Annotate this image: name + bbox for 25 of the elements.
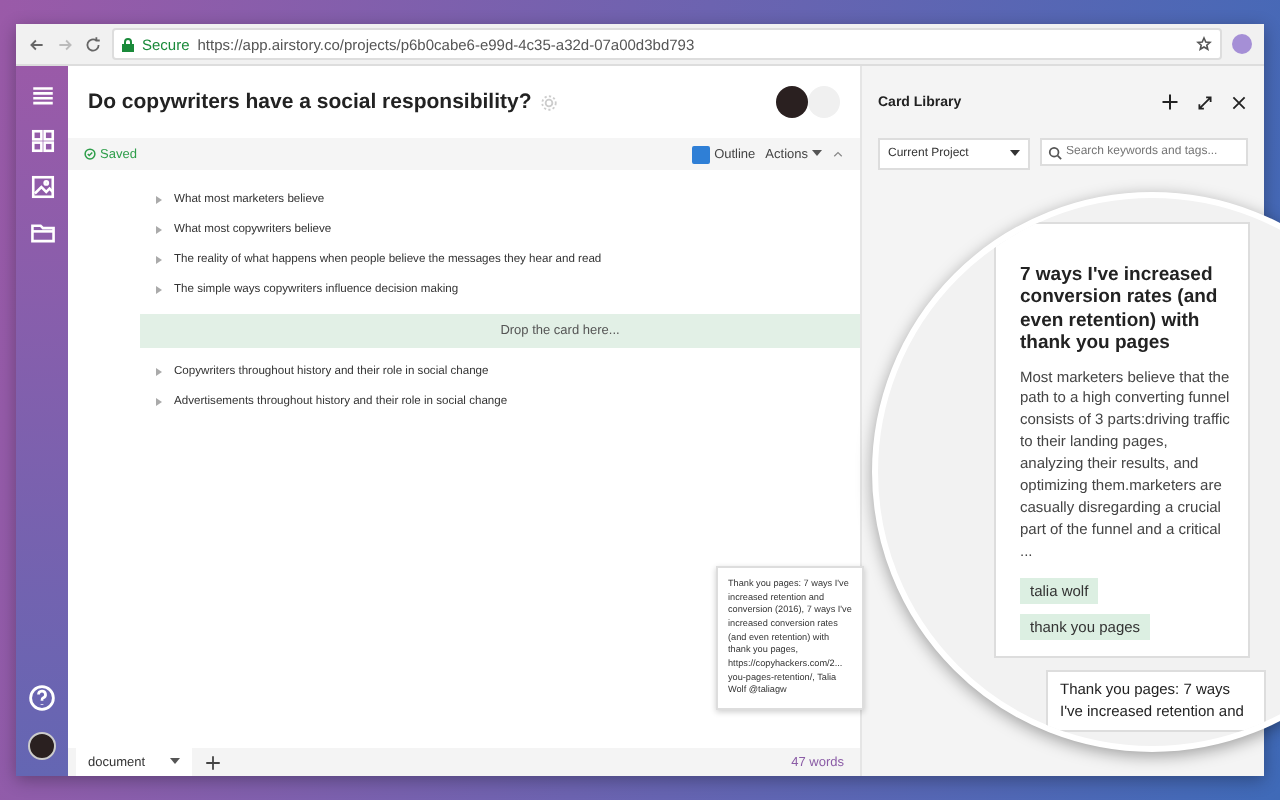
add-icon[interactable] <box>1160 92 1180 112</box>
card-title: 7 ways I've increased conversion rates (and even retention) with thank you pages <box>1020 264 1220 356</box>
caret-icon <box>1010 150 1020 158</box>
search-icon <box>1048 145 1062 159</box>
user-avatar[interactable] <box>28 732 56 760</box>
caret-icon <box>812 149 822 158</box>
caret-icon <box>169 758 180 766</box>
menu-icon[interactable] <box>29 82 55 108</box>
extension-icon[interactable] <box>1232 34 1252 54</box>
reload-icon[interactable] <box>84 35 102 53</box>
lock-icon <box>122 37 134 51</box>
folder-icon[interactable] <box>29 220 55 246</box>
help-icon[interactable] <box>28 684 56 712</box>
close-icon[interactable] <box>1230 93 1248 111</box>
document-title: Do copywriters have a social responsibility? <box>88 90 532 114</box>
image-icon[interactable] <box>29 174 55 200</box>
expand-icon[interactable] <box>1196 93 1214 111</box>
add-icon[interactable] <box>203 753 222 771</box>
outline-checkbox[interactable] <box>692 145 711 163</box>
grid-icon[interactable] <box>29 128 55 154</box>
check-circle-icon <box>84 148 96 160</box>
back-icon[interactable] <box>28 35 46 53</box>
collapse-icon[interactable] <box>832 148 844 160</box>
collaborator-avatar[interactable] <box>776 86 808 118</box>
star-icon[interactable] <box>1196 36 1212 52</box>
